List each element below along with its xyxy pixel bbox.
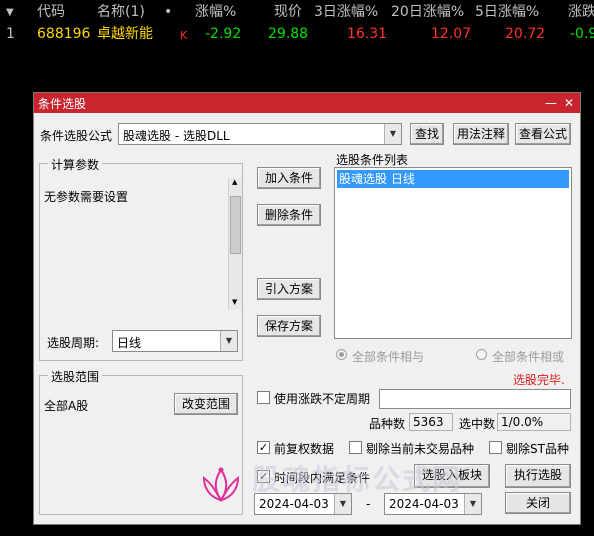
params-scrollbar[interactable]: ▲ ▼ <box>228 178 242 310</box>
close-button[interactable]: 关闭 <box>505 492 571 514</box>
stock-name: 卓越新能 <box>97 26 153 42</box>
radio-or-label: 全部条件相或 <box>492 350 565 364</box>
col-header-more[interactable]: 涨跌 <box>568 2 594 22</box>
period-select[interactable]: 日线 ▼ <box>112 330 238 352</box>
status-text: 选股完毕. <box>513 373 565 387</box>
formula-label: 条件选股公式 <box>40 129 113 143</box>
col-header-price[interactable]: 现价 <box>274 2 302 22</box>
params-text: 无参数需要设置 <box>44 190 129 204</box>
price-value: 29.88 <box>268 26 309 42</box>
scroll-down-icon[interactable]: ▼ <box>232 298 237 306</box>
col-header-chg5d[interactable]: 5日涨幅% <box>475 2 539 22</box>
stock-code: 688196 <box>37 26 91 42</box>
selected-count-label: 选中数 <box>459 417 496 431</box>
calendar-dropdown-icon[interactable]: ▼ <box>464 494 481 514</box>
selected-count-value: 1/0.0% <box>497 413 571 431</box>
range-group-title: 选股范围 <box>48 368 103 385</box>
list-item[interactable]: 股魂选股 日线 <box>337 170 569 188</box>
import-plan-button[interactable]: 引入方案 <box>257 278 321 300</box>
uncertain-period-label: 使用涨跌不定周期 <box>274 392 371 406</box>
chg20d-value: 12.07 <box>431 26 472 42</box>
watermark-text: 股魂指标公式网 <box>252 463 463 496</box>
lotus-logo-icon <box>202 467 240 502</box>
scroll-thumb[interactable] <box>230 196 241 254</box>
minimize-icon[interactable]: — <box>542 94 560 112</box>
period-value: 日线 <box>117 336 142 350</box>
period-label: 选股周期: <box>47 336 100 350</box>
scroll-up-icon[interactable]: ▲ <box>232 178 237 186</box>
change-range-button[interactable]: 改变范围 <box>174 393 238 415</box>
execute-button[interactable]: 执行选股 <box>505 464 571 488</box>
kcb-flag: K <box>180 29 188 42</box>
date-to-value: 2024-04-03 <box>389 497 459 511</box>
col-header-dot: • <box>164 4 173 20</box>
col-header-change-pct[interactable]: 涨幅% <box>195 2 236 22</box>
radio-and[interactable] <box>336 349 347 360</box>
col-header-chg3d[interactable]: 3日涨幅% <box>314 2 378 22</box>
chg5d-value: 20.72 <box>505 26 546 42</box>
condition-list-label: 选股条件列表 <box>336 153 409 167</box>
variety-count-value: 5363 <box>409 413 453 431</box>
params-group-title: 计算参数 <box>48 156 103 173</box>
close-icon[interactable]: ✕ <box>560 94 578 112</box>
table-row[interactable]: 1 688196 卓越新能 K -2.92 29.88 16.31 12.07 … <box>0 24 594 44</box>
chg3d-value: 16.31 <box>347 26 388 42</box>
range-value: 全部A股 <box>44 399 89 413</box>
exclude-untraded-label: 剔除当前未交易品种 <box>366 442 475 456</box>
forward-adjust-label: 前复权数据 <box>274 442 335 456</box>
col-header-code[interactable]: 代码 <box>37 2 65 22</box>
formula-select[interactable]: 股魂选股 - 选股DLL ▼ <box>118 123 402 145</box>
date-from-value: 2024-04-03 <box>259 497 329 511</box>
save-plan-button[interactable]: 保存方案 <box>257 315 321 337</box>
uncertain-period-field[interactable] <box>379 389 571 409</box>
delete-condition-button[interactable]: 删除条件 <box>257 204 321 226</box>
col-header-name[interactable]: 名称(1) <box>97 2 145 22</box>
change-pct-value: -2.92 <box>205 26 242 42</box>
radio-and-label: 全部条件相与 <box>352 350 425 364</box>
dialog-titlebar[interactable]: 条件选股 — ✕ <box>34 93 580 113</box>
dialog-title: 条件选股 <box>38 97 87 111</box>
radio-or[interactable] <box>476 349 487 360</box>
params-group: 计算参数 无参数需要设置 ▲ ▼ 选股周期: 日线 ▼ <box>39 156 243 361</box>
find-button[interactable]: 查找 <box>410 123 444 145</box>
usage-button[interactable]: 用法注释 <box>453 123 509 145</box>
view-formula-button[interactable]: 查看公式 <box>515 123 571 145</box>
exclude-st-label: 剔除ST品种 <box>506 442 569 456</box>
condition-list[interactable]: 股魂选股 日线 <box>334 167 572 339</box>
uncertain-period-checkbox[interactable] <box>257 391 270 404</box>
chevron-down-icon[interactable]: ▼ <box>384 124 401 144</box>
col-header-chg20d[interactable]: 20日涨幅% <box>391 2 464 22</box>
variety-count-label: 品种数 <box>369 417 406 431</box>
chg-more-value: -0.9 <box>570 26 594 42</box>
chevron-down-icon[interactable]: ▼ <box>220 331 237 351</box>
sort-down-icon[interactable]: ▼ <box>6 3 14 23</box>
add-condition-button[interactable]: 加入条件 <box>257 167 321 189</box>
row-index: 1 <box>6 26 15 42</box>
date-separator: - <box>366 497 371 511</box>
radio-dot <box>339 352 344 357</box>
exclude-st-checkbox[interactable] <box>489 441 502 454</box>
forward-adjust-checkbox[interactable]: ✓ <box>257 441 270 454</box>
exclude-untraded-checkbox[interactable] <box>349 441 362 454</box>
stock-table-header: ▼ 代码 名称(1) • 涨幅% 现价 3日涨幅% 20日涨幅% 5日涨幅% 涨… <box>0 2 594 22</box>
formula-value: 股魂选股 - 选股DLL <box>123 129 230 143</box>
